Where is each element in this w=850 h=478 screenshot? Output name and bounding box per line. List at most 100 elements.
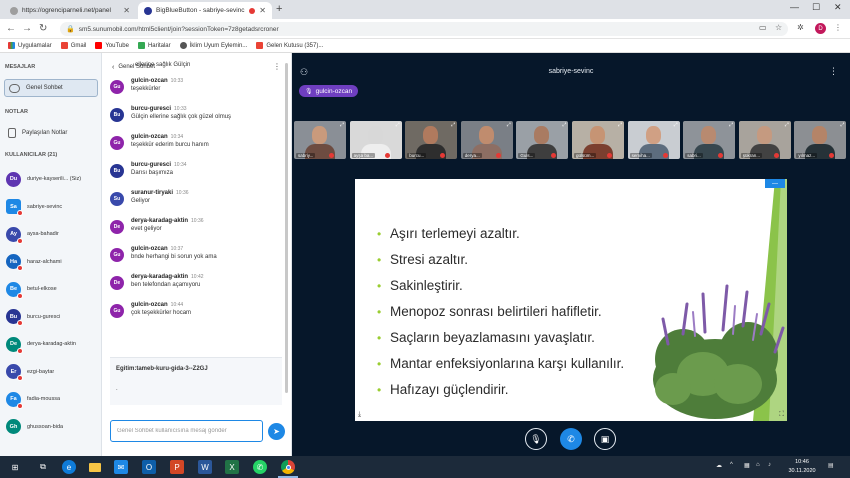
user-list-item[interactable]: Gh ghussoan-bida <box>6 415 100 439</box>
outlook-icon[interactable]: O <box>142 460 156 474</box>
maximize-window-button[interactable]: ☐ <box>812 2 820 13</box>
cloud-icon[interactable]: ☁ <box>716 462 722 469</box>
word-icon[interactable]: W <box>198 460 212 474</box>
chat-scrollbar[interactable] <box>285 63 288 393</box>
unmute-button[interactable]: 🎙 <box>525 428 547 450</box>
new-tab-button[interactable]: + <box>276 3 282 15</box>
minimize-window-button[interactable]: — <box>790 2 799 12</box>
expand-icon[interactable]: ⤢ <box>340 122 344 128</box>
extensions-icon[interactable]: ✲ <box>797 23 804 32</box>
bigbluebutton-app: MESAJLAR Genel Sohbet NOTLAR Paylaşılan … <box>0 53 850 456</box>
bookmark-iklim[interactable]: İklim Uyum Eylemin... <box>179 42 247 49</box>
webcam-name: gülsüm... <box>574 153 597 158</box>
avatar: Ay <box>6 226 23 244</box>
chevron-left-icon[interactable]: ‹ <box>112 64 114 71</box>
user-list-item[interactable]: De derya-karadag-aktin <box>6 332 100 356</box>
volume-icon[interactable]: ♪ <box>768 462 771 468</box>
bookmark-youtube[interactable]: YouTube <box>95 42 129 49</box>
chrome-icon[interactable] <box>281 460 295 474</box>
muted-mic-icon <box>17 375 23 381</box>
close-icon[interactable]: ✕ <box>119 6 130 15</box>
chat-message-input[interactable] <box>110 420 263 442</box>
fullscreen-icon[interactable]: ⛶ <box>779 411 784 419</box>
expand-icon[interactable]: ⤢ <box>840 122 844 128</box>
webcam-tile[interactable]: yılmaz... ⤢ <box>794 121 847 159</box>
whatsapp-icon[interactable]: ✆ <box>253 460 267 474</box>
user-list-item[interactable]: Fa fadia-moussa <box>6 387 100 411</box>
download-icon[interactable]: ⤓ <box>358 411 361 419</box>
expand-icon[interactable]: ⤢ <box>729 122 733 128</box>
media-controls: 🎙 ✆ ▣ <box>292 428 850 450</box>
user-list-item[interactable]: Ha haraz-alchami <box>6 250 100 274</box>
muted-mic-icon <box>17 292 23 299</box>
bookmark-maps[interactable]: Haritalar <box>137 42 171 49</box>
webcam-tile[interactable]: sabri... ⤢ <box>683 121 736 159</box>
sidebar-item-shared-notes[interactable]: Paylaşılan Notlar <box>4 124 98 142</box>
webcam-tile[interactable]: derya... ⤢ <box>460 121 513 159</box>
webcam-name: yılmaz... <box>796 153 818 158</box>
share-webcam-button[interactable]: ▣ <box>594 428 616 450</box>
webcam-tile[interactable]: semiha... ⤢ <box>627 121 680 159</box>
close-window-button[interactable]: ✕ <box>834 2 842 13</box>
bookmark-gmail[interactable]: Gmail <box>60 42 86 49</box>
muted-mic-icon <box>495 153 501 158</box>
webcam-tile[interactable]: sabriy... ⤢ <box>294 121 346 159</box>
avatar-initials: Sa <box>10 203 17 210</box>
expand-icon[interactable]: ⤢ <box>396 122 400 128</box>
send-message-button[interactable]: ➤ <box>268 423 285 440</box>
task-view-icon[interactable]: ⧉ <box>36 460 50 474</box>
cast-icon[interactable]: ▭ <box>759 23 767 32</box>
clock-time: 10:46 <box>795 459 809 465</box>
reload-button[interactable]: ↻ <box>39 23 47 34</box>
message-author-line: derya-karadag-aktin 10:42 <box>131 274 204 280</box>
message-time: 10:33 <box>170 78 184 84</box>
slide-bullet: Aşırı terlemeyi azaltır. <box>377 221 624 247</box>
edge-icon[interactable]: e <box>62 460 76 474</box>
gmail-icon <box>60 42 68 49</box>
user-list-item[interactable]: Be betul-elkose <box>6 277 100 301</box>
expand-icon[interactable]: ⤢ <box>674 122 678 128</box>
webcam-tile[interactable]: gülsüm... ⤢ <box>572 121 624 159</box>
leave-audio-button[interactable]: ✆ <box>560 428 582 450</box>
forward-button[interactable]: → <box>22 23 32 34</box>
user-list-item[interactable]: Sa sabriye-sevinc <box>6 195 100 219</box>
user-list-item[interactable]: Du duriye-kayserili... (Siz) <box>6 167 100 191</box>
webcam-tile[interactable]: Guls... ⤢ <box>516 121 569 159</box>
expand-icon[interactable]: ⤢ <box>785 122 789 128</box>
bookmark-star-icon[interactable]: ☆ <box>775 23 782 32</box>
user-list-item[interactable]: Er ezgi-baytar <box>6 360 100 384</box>
webcam-tile[interactable]: ayşa ba... ⤢ <box>349 121 402 159</box>
webcam-tile[interactable]: burcu... ⤢ <box>405 121 458 159</box>
chevron-up-icon[interactable]: ^ <box>730 462 733 468</box>
tab-ogrencipaneli[interactable]: https://ogrenciparneli.net/panel ✕ <box>4 2 136 19</box>
tab-bigbluebutton[interactable]: BigBlueButton - sabriye-sevinc ✕ <box>138 2 272 19</box>
options-menu-icon[interactable]: ⋮ <box>829 66 838 77</box>
back-button[interactable]: ← <box>6 23 16 34</box>
bookmark-inbox[interactable]: Gelen Kutusu (357)... <box>256 42 323 49</box>
file-explorer-icon[interactable] <box>88 460 102 474</box>
expand-icon[interactable]: ⤢ <box>618 122 622 128</box>
expand-icon[interactable]: ⤢ <box>507 122 511 128</box>
powerpoint-icon[interactable]: P <box>170 460 184 474</box>
expand-icon[interactable]: ⤢ <box>451 122 455 128</box>
send-icon: ➤ <box>273 427 280 436</box>
notes-header: NOTLAR <box>5 109 28 115</box>
windows-start-icon[interactable]: ⊞ <box>8 460 22 474</box>
excel-icon[interactable]: X <box>225 460 239 474</box>
webcam-tile[interactable]: şükran... ⤢ <box>738 121 791 159</box>
user-list-item[interactable]: Ay aysa-bahadir <box>6 222 100 246</box>
profile-avatar[interactable]: D <box>815 23 826 34</box>
bookmark-apps[interactable]: Uygulamalar <box>8 42 52 49</box>
network-icon[interactable]: ⌂ <box>756 462 760 468</box>
expand-icon[interactable]: ⤢ <box>562 122 566 128</box>
url-bar[interactable]: 🔒 sm5.sunumobil.com/html5client/join?ses… <box>60 22 788 36</box>
notifications-icon[interactable]: ▤ <box>828 462 834 469</box>
taskbar-clock[interactable]: 10:46 30.11.2020 <box>787 458 817 476</box>
browser-menu-icon[interactable]: ⋮ <box>834 23 842 32</box>
user-list-item[interactable]: Bu burcu-guresci <box>6 305 100 329</box>
close-icon[interactable]: ✕ <box>255 6 266 15</box>
tray-app-icon[interactable]: ▦ <box>744 462 750 469</box>
mail-icon[interactable]: ✉ <box>114 460 128 474</box>
minimize-presentation-button[interactable]: — <box>765 179 785 188</box>
sidebar-item-public-chat[interactable]: Genel Sohbet <box>4 79 98 97</box>
